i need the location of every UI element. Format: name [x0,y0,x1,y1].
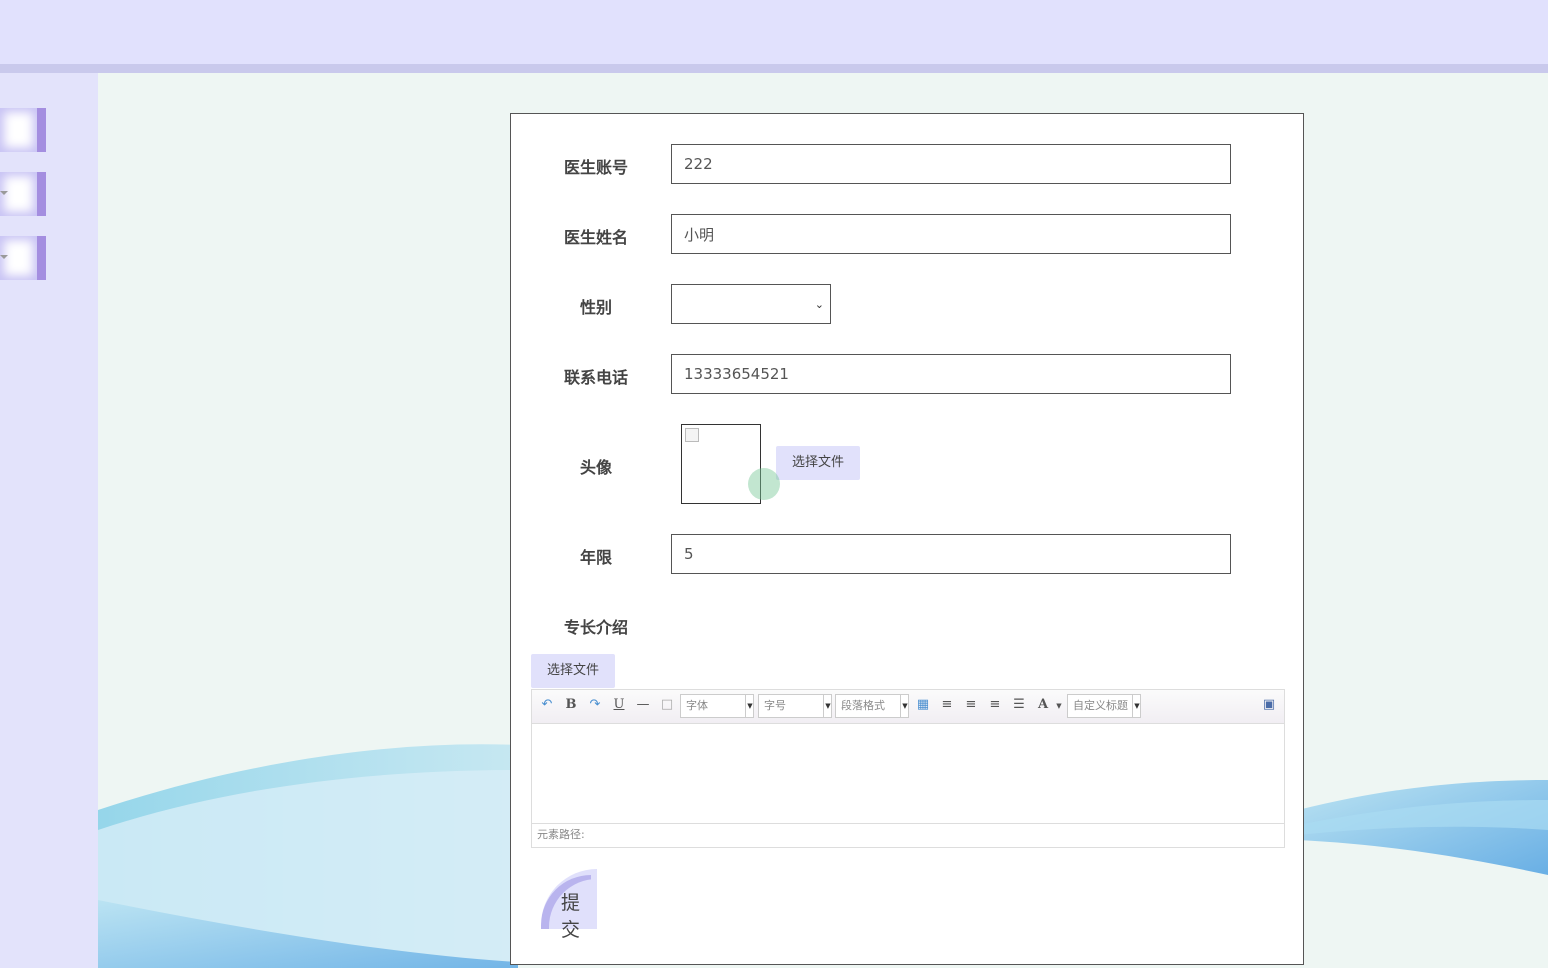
sidebar [0,73,98,968]
size-select[interactable]: 字号 ▼ [758,694,832,718]
account-label: 医生账号 [563,158,628,177]
fullscreen-icon[interactable]: ▣ [1260,697,1278,712]
justify-icon[interactable]: ☰ [1010,697,1028,712]
top-bar [0,0,1548,64]
phone-input[interactable] [671,354,1231,394]
phone-label: 联系电话 [563,368,628,387]
editor-content-area[interactable] [532,724,1284,822]
font-select-label: 字体 [686,699,708,712]
gender-label: 性别 [579,298,612,317]
chevron-down-icon: ⌄ [814,298,824,311]
undo-icon[interactable]: ↶ [538,697,556,712]
table-icon[interactable]: ▦ [914,697,932,712]
avatar-preview [681,424,761,504]
size-select-label: 字号 [764,699,786,712]
custom-title-select[interactable]: 自定义标题 ▼ [1067,694,1141,718]
cursor-indicator [748,468,780,500]
align-right-icon[interactable]: ≡ [962,697,980,712]
intro-label: 专长介绍 [563,618,628,637]
account-input[interactable] [671,144,1231,184]
years-input[interactable] [671,534,1231,574]
sidebar-item-2[interactable] [0,172,46,216]
redo-icon[interactable]: ↷ [586,697,604,712]
underline-icon[interactable]: U [610,697,628,712]
font-select[interactable]: 字体 ▼ [680,694,754,718]
dropdown-arrow-icon: ▼ [900,695,909,717]
submit-button[interactable]: 提交 [541,869,597,941]
editor-toolbar: ↶ B ↷ U — □ 字体 ▼ 字号 ▼ 段落格式 ▼ ▦ ≡ ≡ ≡ ☰ A [532,690,1284,724]
broken-image-icon [685,428,699,442]
top-bar-border [0,64,1548,73]
intro-file-button[interactable]: 选择文件 [531,654,616,688]
submit-button-label: 提交 [561,892,581,941]
dropdown-arrow-icon: ▼ [823,695,832,717]
custom-title-select-label: 自定义标题 [1073,699,1128,712]
dropdown-arrow-icon: ▼ [1132,695,1141,717]
sidebar-item-3[interactable] [0,236,46,280]
name-input[interactable] [671,214,1231,254]
dropdown-arrow-icon: ▼ [745,695,754,717]
document-icon[interactable]: □ [658,697,676,712]
dropdown-arrow-icon[interactable]: ▼ [1050,702,1068,710]
rich-text-editor: ↶ B ↷ U — □ 字体 ▼ 字号 ▼ 段落格式 ▼ ▦ ≡ ≡ ≡ ☰ A [531,689,1285,848]
avatar-file-button[interactable]: 选择文件 [776,446,861,480]
avatar-label: 头像 [579,458,612,477]
chevron-down-icon [0,255,8,259]
align-center-icon[interactable]: ≡ [986,697,1004,712]
element-path-bar: 元素路径: [532,823,1284,847]
years-label: 年限 [579,548,612,567]
paragraph-select[interactable]: 段落格式 ▼ [835,694,909,718]
doctor-form-panel: 医生账号 医生姓名 性别 ⌄ 联系电话 头像 选择文件 年限 专长介绍 选择文件… [510,113,1304,965]
paragraph-select-label: 段落格式 [841,699,885,712]
align-left-icon[interactable]: ≡ [938,697,956,712]
name-label: 医生姓名 [563,228,628,247]
chevron-down-icon [0,191,8,195]
bold-icon[interactable]: B [562,697,580,712]
horizontal-rule-icon[interactable]: — [634,697,652,712]
gender-select[interactable]: ⌄ [671,284,831,324]
sidebar-item-1[interactable] [0,108,46,152]
